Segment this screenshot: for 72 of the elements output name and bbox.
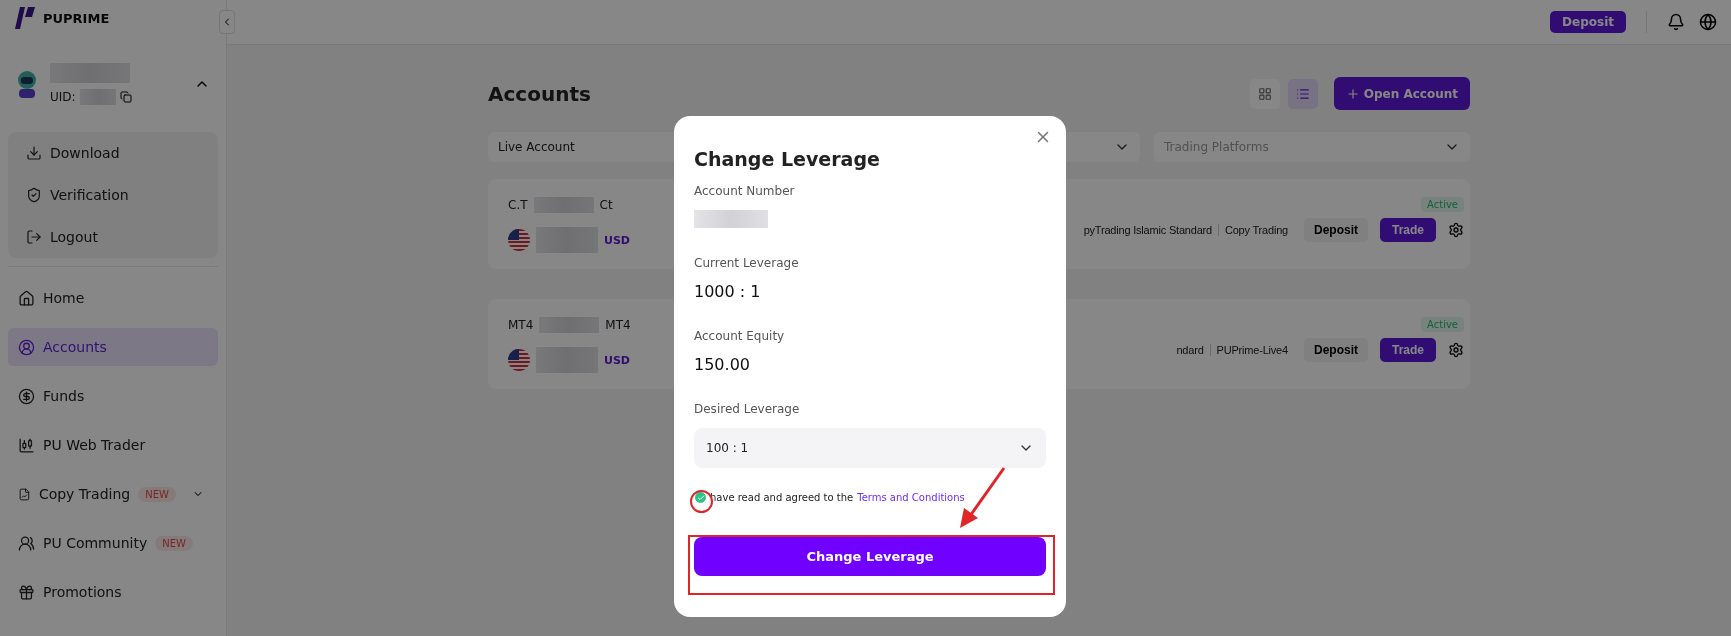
highlight-circle <box>690 490 713 513</box>
nav-item[interactable]: Funds <box>8 377 218 415</box>
nav-item[interactable]: Copy Trading NEW <box>8 475 218 513</box>
status-badge: Active <box>1421 317 1464 332</box>
logout-icon <box>26 229 42 245</box>
nav-item[interactable]: PU Community NEW <box>8 524 218 562</box>
flag-icon <box>508 229 530 251</box>
deposit-button[interactable]: Deposit <box>1303 218 1368 242</box>
nav-item[interactable]: Accounts <box>8 328 218 366</box>
field-label: Current Leverage <box>694 256 800 270</box>
currency-label: USD <box>604 353 630 367</box>
account-detail: pyTrading Islamic Standard <box>1083 224 1212 236</box>
settings-icon[interactable] <box>1448 222 1464 238</box>
bell-icon[interactable] <box>1667 13 1685 31</box>
settings-icon[interactable] <box>1448 342 1464 358</box>
dialog-title: Change Leverage <box>694 148 881 170</box>
user-menu-item[interactable]: Logout <box>8 216 218 258</box>
candlestick-icon <box>18 436 35 454</box>
user-icon <box>18 338 35 356</box>
redacted-block <box>536 347 598 373</box>
download-icon <box>26 145 42 161</box>
collapse-button[interactable] <box>219 10 235 34</box>
currency-label: USD <box>604 233 630 247</box>
account-detail: PUPrime-Live4 <box>1216 344 1288 356</box>
account-name: Ct <box>599 198 613 212</box>
field-value: 1000 : 1 <box>694 282 762 301</box>
list-icon <box>1295 86 1310 101</box>
user-menu-item[interactable]: Verification <box>8 174 218 216</box>
document-chart-icon <box>18 485 31 503</box>
gift-icon <box>18 583 35 601</box>
redacted-block <box>539 317 600 333</box>
plus-icon <box>1345 86 1360 101</box>
nav-item[interactable]: Home <box>8 279 218 317</box>
change-leverage-button[interactable]: Change Leverage <box>694 537 1046 576</box>
deposit-button[interactable]: Deposit <box>1550 11 1626 33</box>
leverage-dropdown[interactable]: 100 : 1 <box>694 428 1046 468</box>
redacted-block <box>79 89 116 105</box>
deposit-button[interactable]: Deposit <box>1303 338 1368 362</box>
nav-item[interactable]: PU Web Trader <box>8 426 218 464</box>
field-label: Account Number <box>694 184 796 198</box>
home-icon <box>18 289 35 307</box>
account-detail: ndard <box>1176 344 1204 356</box>
brand-name: PUPRIME <box>43 10 110 26</box>
field-label: Account Equity <box>694 329 786 343</box>
status-badge: Active <box>1421 197 1464 212</box>
account-name: C.T <box>508 198 528 212</box>
grid-view-button[interactable] <box>1249 78 1280 109</box>
nav-item[interactable]: Promotions <box>8 573 218 611</box>
redacted-block <box>536 227 598 253</box>
new-badge: NEW <box>155 535 193 551</box>
user-menu-item[interactable]: Download <box>8 132 218 174</box>
flag-icon <box>508 349 530 371</box>
globe-icon[interactable] <box>1699 13 1717 31</box>
redacted-block <box>533 197 594 213</box>
trade-button[interactable]: Trade <box>1380 338 1436 362</box>
dollar-icon <box>18 387 35 405</box>
people-icon <box>18 534 35 552</box>
page-title: Accounts <box>488 81 592 106</box>
account-detail: Copy Trading <box>1224 224 1288 236</box>
new-badge: NEW <box>138 486 176 502</box>
uid-label: UID: <box>50 90 76 104</box>
account-name: MT4 <box>605 318 631 332</box>
field-label: Desired Leverage <box>694 402 801 416</box>
open-account-button[interactable]: Open Account <box>1333 77 1470 110</box>
account-name: MT4 <box>508 318 534 332</box>
shield-icon <box>26 187 42 203</box>
copy-icon[interactable] <box>119 91 132 103</box>
agreement-checkbox[interactable] <box>695 492 706 503</box>
trade-button[interactable]: Trade <box>1380 218 1436 242</box>
terms-link[interactable]: Terms and Conditions <box>857 492 965 503</box>
field-value: 150.00 <box>694 355 751 374</box>
grid-icon <box>1257 86 1272 101</box>
